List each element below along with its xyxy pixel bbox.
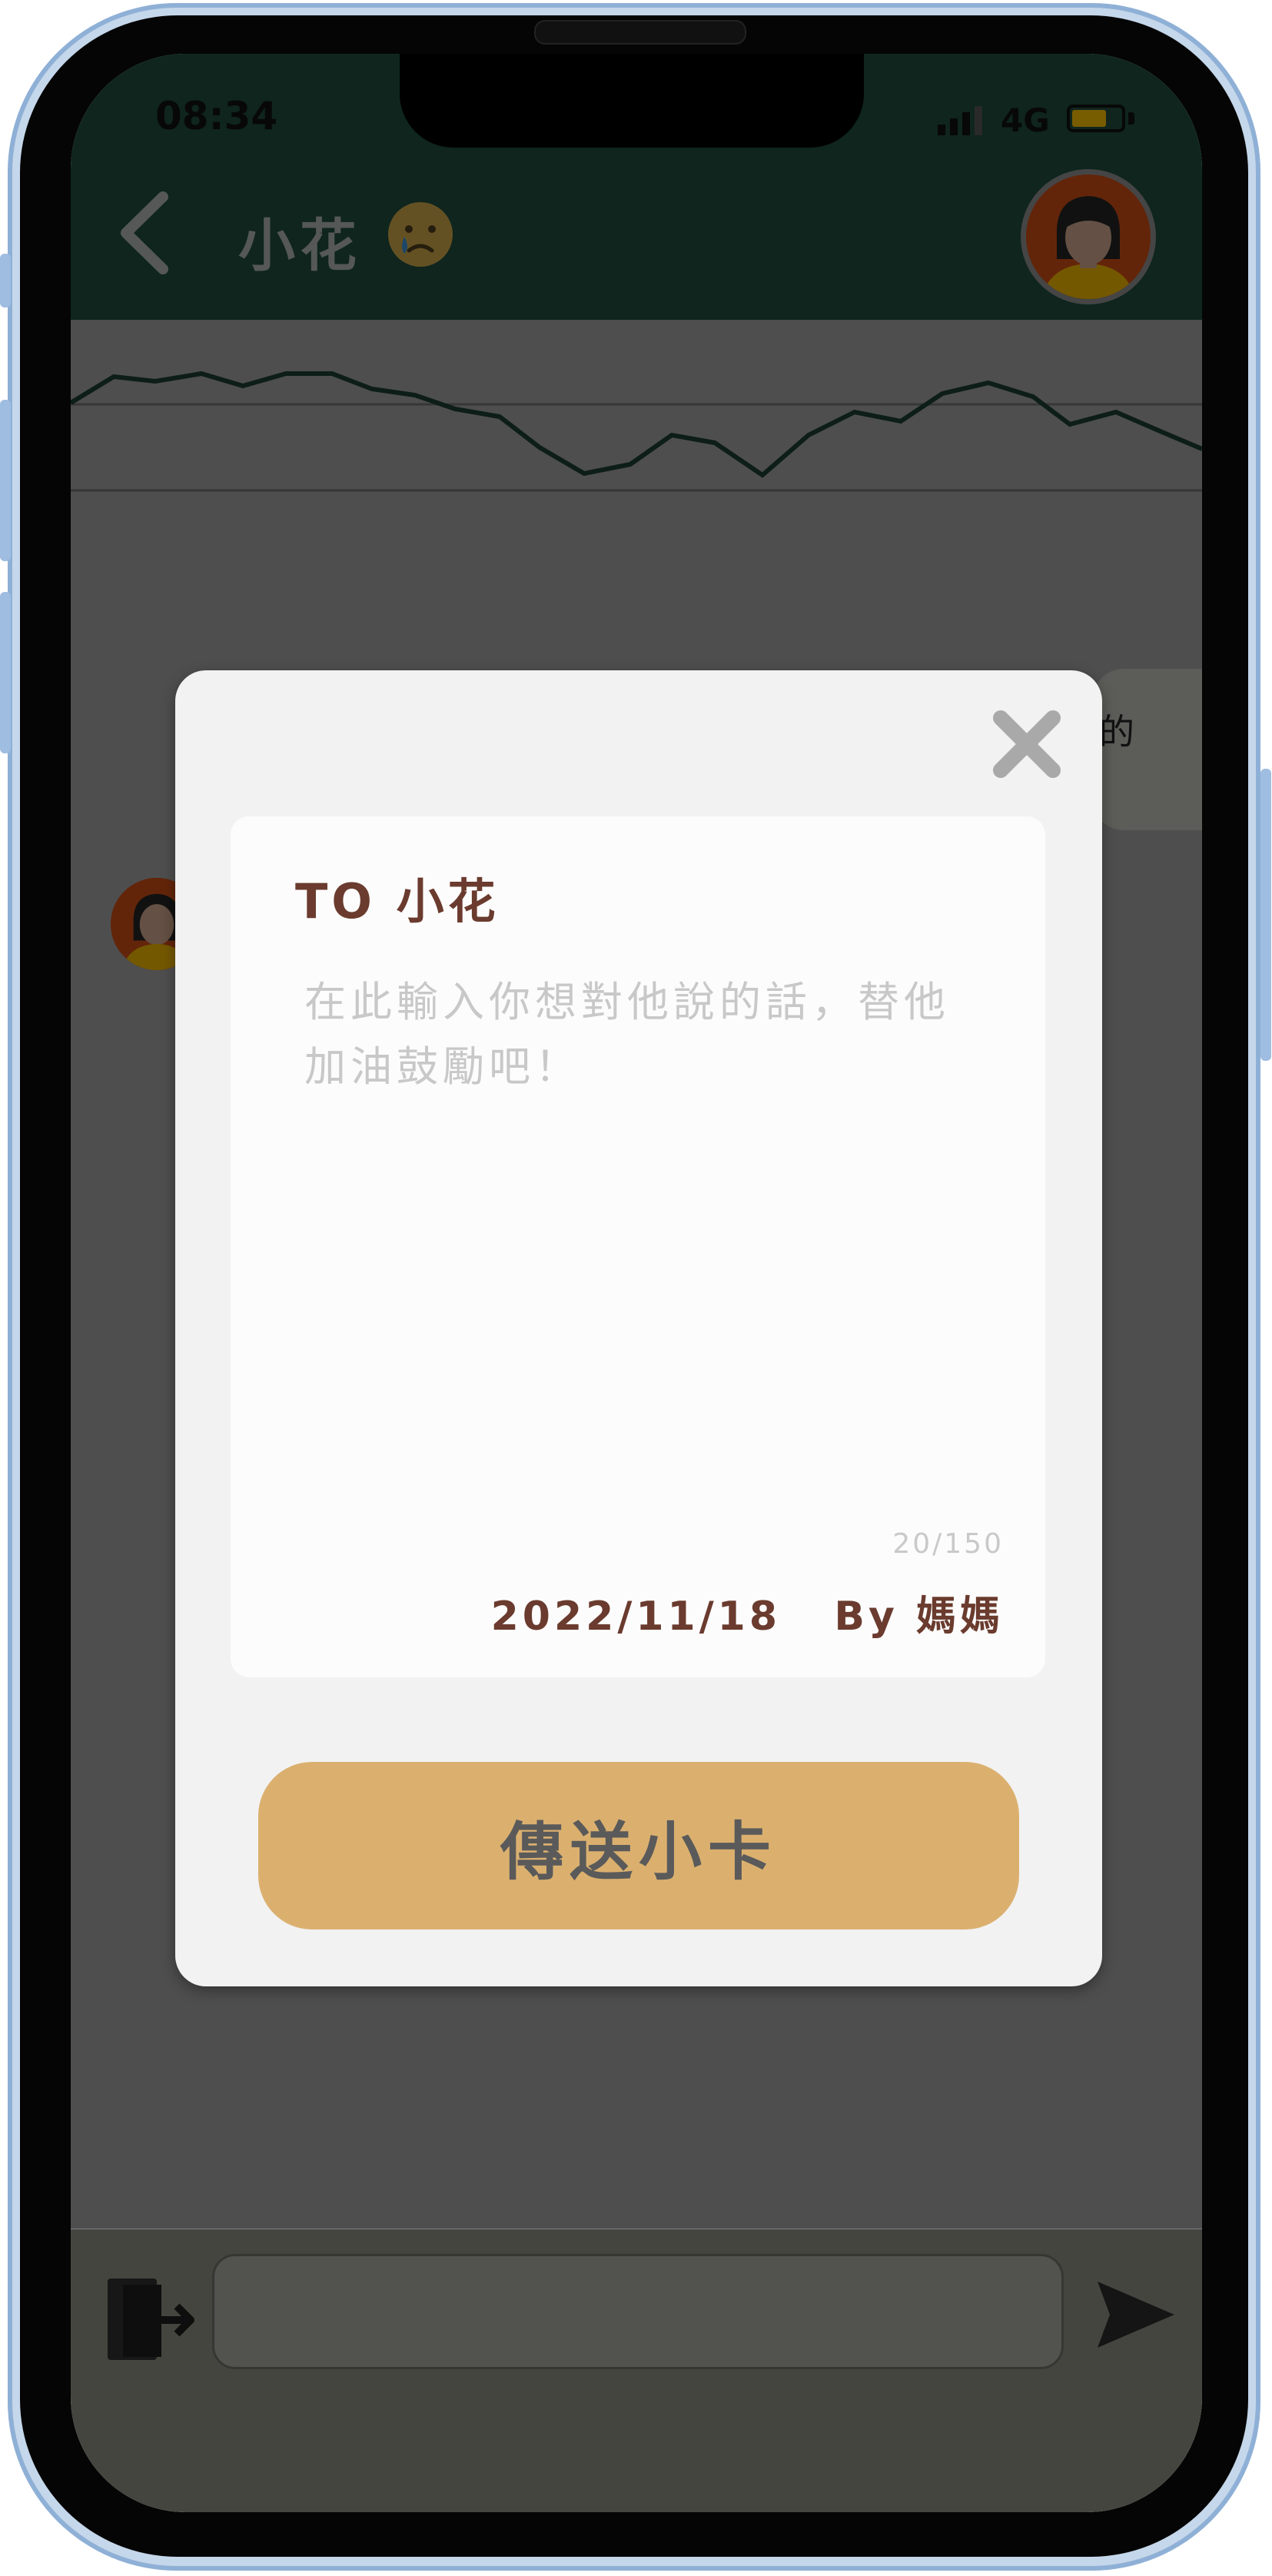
speaker-grille <box>534 20 746 45</box>
card-recipient: TO 小花 <box>295 873 500 929</box>
phone-screen: 08:34 4G 小花 <box>71 54 1202 2512</box>
side-button <box>1260 769 1271 1061</box>
side-button <box>0 592 11 753</box>
card-message-input[interactable] <box>304 970 981 1508</box>
message-card: TO 小花 20/150 2022/11/18 By 媽媽 <box>231 816 1045 1677</box>
side-button <box>0 254 11 307</box>
side-button <box>0 400 11 561</box>
send-card-button[interactable]: 傳送小卡 <box>258 1762 1019 1930</box>
card-date-signature: 2022/11/18 By 媽媽 <box>490 1594 1004 1640</box>
close-x-icon[interactable] <box>990 707 1064 781</box>
char-count: 20/150 <box>892 1528 1004 1560</box>
send-card-modal: TO 小花 20/150 2022/11/18 By 媽媽 傳送小卡 <box>175 670 1102 1986</box>
